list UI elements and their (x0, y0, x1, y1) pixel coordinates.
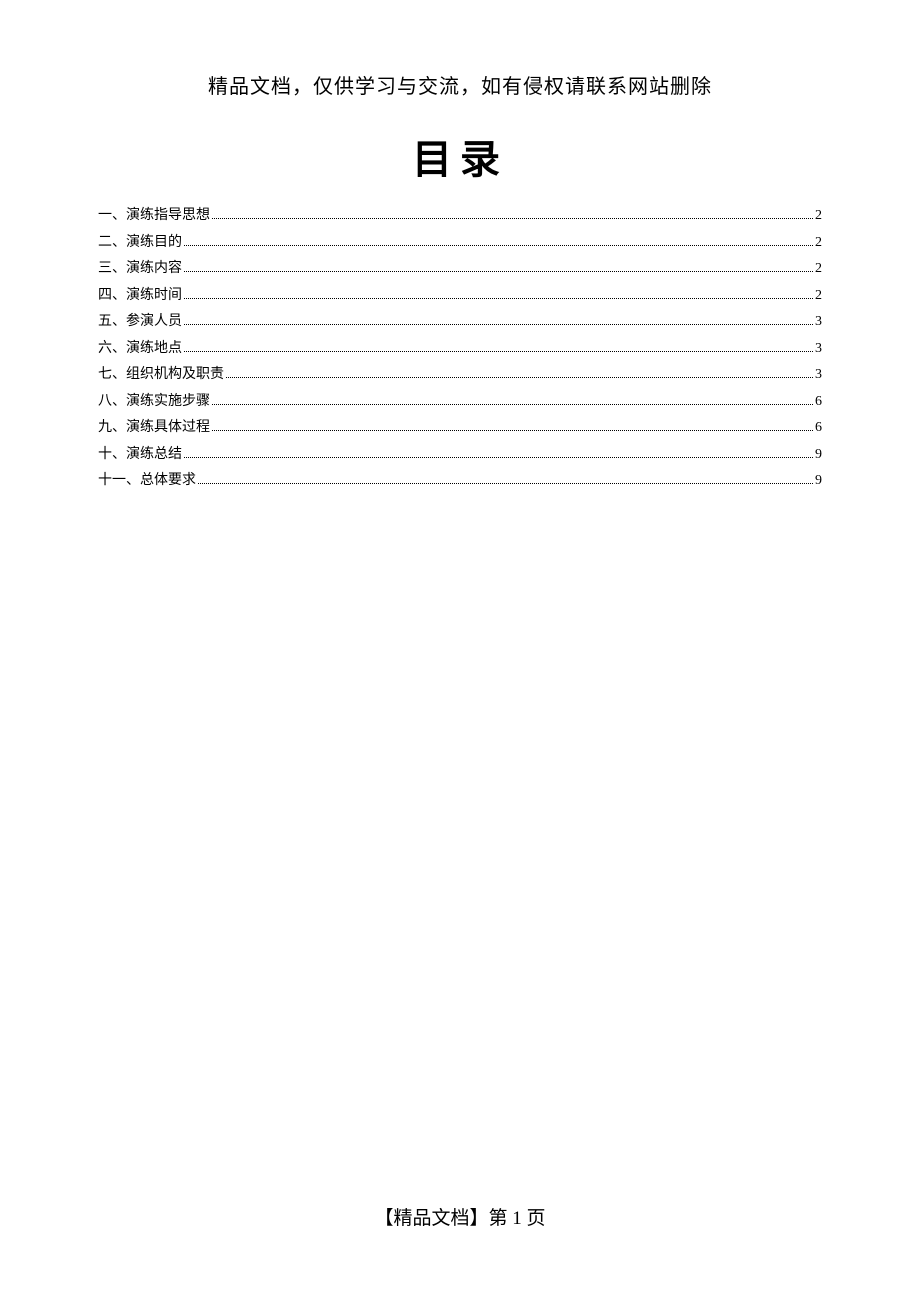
toc-dots-leader (184, 457, 813, 458)
toc-dots-leader (212, 404, 813, 405)
toc-entry-page: 3 (815, 315, 822, 329)
toc-entry-page: 6 (815, 395, 822, 409)
toc-entry-page: 9 (815, 448, 822, 462)
toc-entry: 一、演练指导思想 2 (98, 209, 822, 223)
toc-entry-page: 6 (815, 421, 822, 435)
toc-entry-label: 五、参演人员 (98, 315, 182, 329)
toc-dots-leader (212, 430, 813, 431)
toc-entry: 七、组织机构及职责 3 (98, 368, 822, 382)
toc-entry: 三、演练内容 2 (98, 262, 822, 276)
toc-entry-page: 2 (815, 209, 822, 223)
toc-entry-label: 二、演练目的 (98, 236, 182, 250)
toc-entry-label: 九、演练具体过程 (98, 421, 210, 435)
toc-entry-page: 3 (815, 368, 822, 382)
toc-entry: 八、演练实施步骤 6 (98, 395, 822, 409)
toc-entry: 十、演练总结 9 (98, 448, 822, 462)
toc-entry-page: 9 (815, 474, 822, 488)
toc-entry-page: 2 (815, 262, 822, 276)
toc-entry: 十一、总体要求 9 (98, 474, 822, 488)
toc-entry-label: 一、演练指导思想 (98, 209, 210, 223)
toc-dots-leader (184, 351, 813, 352)
toc-entry-page: 2 (815, 236, 822, 250)
toc-entry-label: 六、演练地点 (98, 342, 182, 356)
toc-dots-leader (184, 271, 813, 272)
page-footer: 【精品文档】第 1 页 (0, 1203, 920, 1230)
toc-dots-leader (212, 218, 813, 219)
header-notice: 精品文档，仅供学习与交流，如有侵权请联系网站删除 (80, 70, 840, 99)
toc-list: 一、演练指导思想 2 二、演练目的 2 三、演练内容 2 四、演练时间 2 五、… (80, 209, 840, 488)
toc-dots-leader (184, 298, 813, 299)
toc-dots-leader (184, 245, 813, 246)
toc-entry: 五、参演人员 3 (98, 315, 822, 329)
toc-entry-label: 八、演练实施步骤 (98, 395, 210, 409)
toc-entry-label: 三、演练内容 (98, 262, 182, 276)
toc-entry-page: 2 (815, 289, 822, 303)
toc-entry: 九、演练具体过程 6 (98, 421, 822, 435)
toc-entry: 二、演练目的 2 (98, 236, 822, 250)
toc-entry-label: 十一、总体要求 (98, 474, 196, 488)
toc-title: 目录 (80, 127, 840, 185)
document-page: 精品文档，仅供学习与交流，如有侵权请联系网站删除 目录 一、演练指导思想 2 二… (0, 0, 920, 488)
toc-entry: 六、演练地点 3 (98, 342, 822, 356)
toc-entry: 四、演练时间 2 (98, 289, 822, 303)
toc-entry-page: 3 (815, 342, 822, 356)
toc-dots-leader (198, 483, 813, 484)
toc-entry-label: 四、演练时间 (98, 289, 182, 303)
toc-dots-leader (226, 377, 813, 378)
toc-dots-leader (184, 324, 813, 325)
toc-entry-label: 七、组织机构及职责 (98, 368, 224, 382)
toc-entry-label: 十、演练总结 (98, 448, 182, 462)
